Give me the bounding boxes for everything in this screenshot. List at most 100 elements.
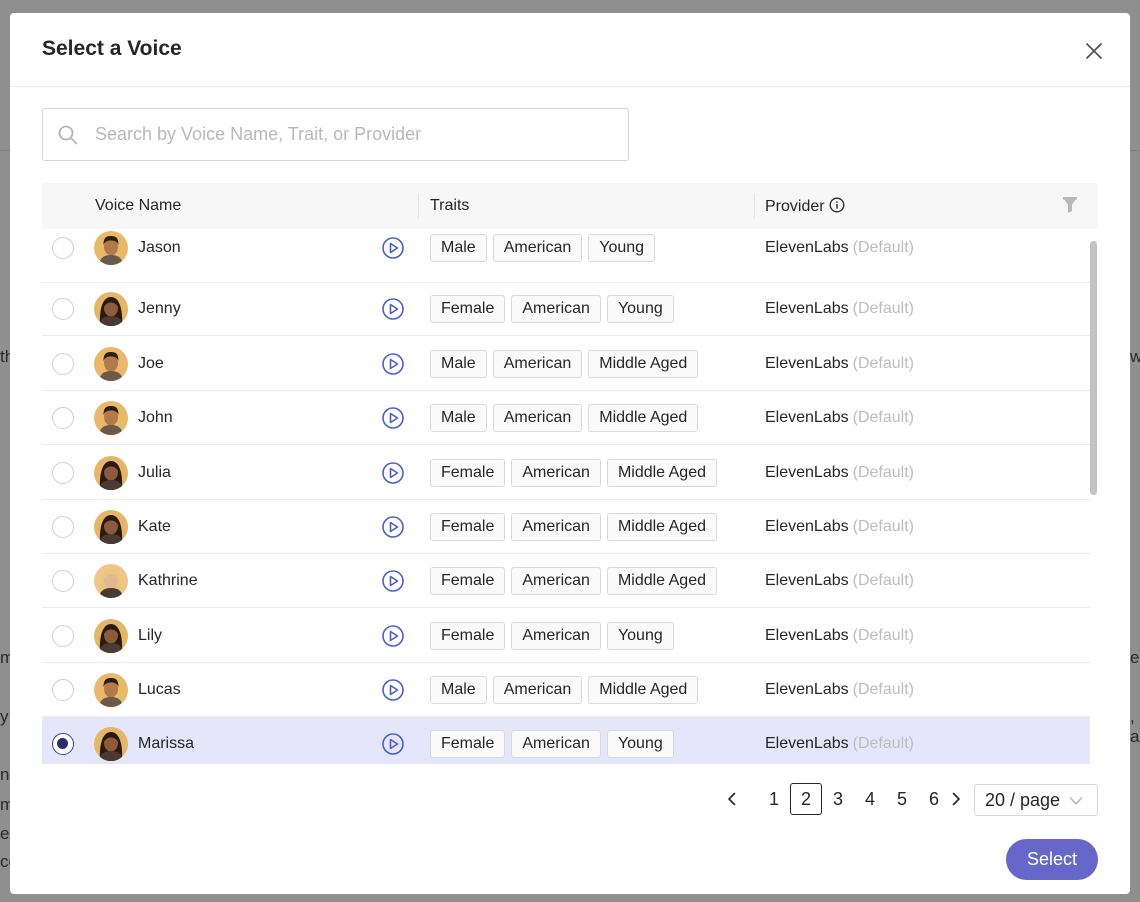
- voice-name: Jenny: [138, 300, 181, 317]
- table-row[interactable]: Kate Female American Middle Aged ElevenLabs(…: [42, 500, 1090, 554]
- page-2-button[interactable]: 2: [790, 783, 822, 815]
- trait-tag: Middle Aged: [606, 567, 717, 595]
- column-header-traits: Traits: [430, 197, 470, 214]
- voice-name: Joe: [138, 355, 164, 372]
- table-row[interactable]: Jenny Female American Young ElevenLabs (Defau…: [42, 282, 1090, 336]
- voice-radio[interactable]: [52, 298, 74, 320]
- trait-tag: Middle Aged: [588, 676, 699, 704]
- avatar: [94, 456, 128, 490]
- voice-radio[interactable]: [52, 462, 74, 484]
- play-preview-button[interactable]: [381, 461, 405, 485]
- play-icon: [382, 570, 404, 592]
- play-preview-button[interactable]: [381, 515, 405, 539]
- voice-name: Julia: [138, 464, 171, 481]
- voice-radio[interactable]: [52, 237, 74, 259]
- trait-tag: American: [511, 513, 601, 541]
- play-preview-button[interactable]: [381, 569, 405, 593]
- chevron-down-icon: [1069, 797, 1083, 805]
- voice-radio[interactable]: [52, 625, 74, 647]
- page-size-select[interactable]: 20 / page: [974, 784, 1098, 816]
- page-1-button[interactable]: 1: [758, 783, 790, 815]
- default-label: (Default): [852, 464, 914, 481]
- avatar: [94, 401, 128, 435]
- prev-page-icon[interactable]: [724, 791, 740, 807]
- trait-tag: Middle Aged: [606, 459, 717, 487]
- search-input[interactable]: [95, 109, 615, 160]
- voice-traits: Female American Young: [430, 622, 674, 650]
- voice-radio[interactable]: [52, 733, 74, 755]
- column-divider: [418, 193, 419, 219]
- bg-text: es: [1130, 648, 1140, 667]
- page-4-button[interactable]: 4: [854, 783, 886, 815]
- provider-name: ElevenLabs: [765, 735, 849, 752]
- play-preview-button[interactable]: [381, 732, 405, 756]
- voice-traits: Female American Middle Aged: [430, 567, 717, 595]
- play-preview-button[interactable]: [381, 406, 405, 430]
- table-row[interactable]: Lucas Male American Middle Aged ElevenLabs (D…: [42, 663, 1090, 717]
- trait-tag: Female: [430, 622, 506, 650]
- voice-provider: ElevenLabs (Default): [765, 300, 914, 318]
- voice-radio[interactable]: [52, 570, 74, 592]
- search-box[interactable]: [42, 108, 629, 161]
- table-row[interactable]: Jason Male American Young ElevenLabs (Default…: [42, 229, 1090, 283]
- column-header-provider-label: Provider: [765, 198, 825, 215]
- voice-name: Marissa: [138, 735, 195, 752]
- voice-radio[interactable]: [52, 679, 74, 701]
- trait-tag: American: [511, 295, 601, 323]
- voice-provider: ElevenLabs (Default): [765, 572, 914, 590]
- bg-text: w: [1130, 347, 1140, 366]
- play-icon: [382, 407, 404, 429]
- bg-text: y: [0, 707, 9, 726]
- table-row[interactable]: Julia Female American Middle Aged ElevenLabs…: [42, 446, 1090, 500]
- table-row[interactable]: Marissa Female American Young ElevenLabs (Def…: [42, 717, 1090, 764]
- voice-provider: ElevenLabs (Default): [765, 239, 914, 257]
- voice-traits: Female American Young: [430, 730, 674, 758]
- avatar-image: [94, 564, 128, 598]
- provider-name: ElevenLabs: [765, 409, 849, 426]
- filter-icon[interactable]: [1062, 196, 1078, 214]
- trait-tag: Female: [430, 459, 506, 487]
- select-button[interactable]: Select: [1006, 839, 1098, 880]
- trait-tag: American: [511, 622, 601, 650]
- page-3-button[interactable]: 3: [822, 783, 854, 815]
- play-preview-button[interactable]: [381, 624, 405, 648]
- table-row[interactable]: Lily Female American Young ElevenLabs (Defaul…: [42, 609, 1090, 663]
- info-icon[interactable]: [829, 197, 845, 213]
- provider-name: ElevenLabs: [765, 572, 849, 589]
- table-row[interactable]: John Male American Middle Aged ElevenLabs (De…: [42, 391, 1090, 445]
- play-preview-button[interactable]: [381, 352, 405, 376]
- avatar: [94, 727, 128, 761]
- play-preview-button[interactable]: [381, 297, 405, 321]
- trait-tag: American: [511, 459, 601, 487]
- close-button[interactable]: [1082, 39, 1106, 63]
- play-preview-button[interactable]: [381, 678, 405, 702]
- voice-radio[interactable]: [52, 516, 74, 538]
- voice-table-body: Jason Male American Young ElevenLabs (Default…: [42, 229, 1090, 764]
- trait-tag: Female: [430, 513, 506, 541]
- table-scrollbar[interactable]: [1090, 241, 1097, 495]
- page-6-button[interactable]: 6: [918, 783, 950, 815]
- play-icon: [382, 679, 404, 701]
- trait-tag: American: [492, 350, 583, 378]
- trait-tag: Male: [430, 234, 487, 262]
- provider-name: ElevenLabs: [765, 300, 849, 317]
- next-page-icon[interactable]: [948, 791, 964, 807]
- play-icon: [382, 353, 404, 375]
- voice-radio[interactable]: [52, 407, 74, 429]
- voice-traits: Male American Young: [430, 234, 656, 262]
- table-header: Voice Name Traits Provider: [42, 183, 1098, 229]
- voice-provider: ElevenLabs (Default): [765, 464, 914, 482]
- table-row[interactable]: Joe Male American Middle Aged ElevenLabs (Def…: [42, 337, 1090, 391]
- avatar-image: [94, 401, 128, 435]
- page-5-button[interactable]: 5: [886, 783, 918, 815]
- trait-tag: Middle Aged: [588, 404, 699, 432]
- avatar: [94, 347, 128, 381]
- select-voice-dialog: Select a Voice Voice Name Traits Provide…: [10, 13, 1130, 894]
- table-row[interactable]: Kathrine Female American Middle Aged ElevenL…: [42, 554, 1090, 608]
- trait-tag: American: [511, 730, 601, 758]
- voice-name: Kate: [138, 518, 171, 535]
- column-header-voice-name: Voice Name: [95, 197, 182, 214]
- voice-radio[interactable]: [52, 353, 74, 375]
- play-preview-button[interactable]: [381, 236, 405, 260]
- avatar-image: [94, 619, 128, 653]
